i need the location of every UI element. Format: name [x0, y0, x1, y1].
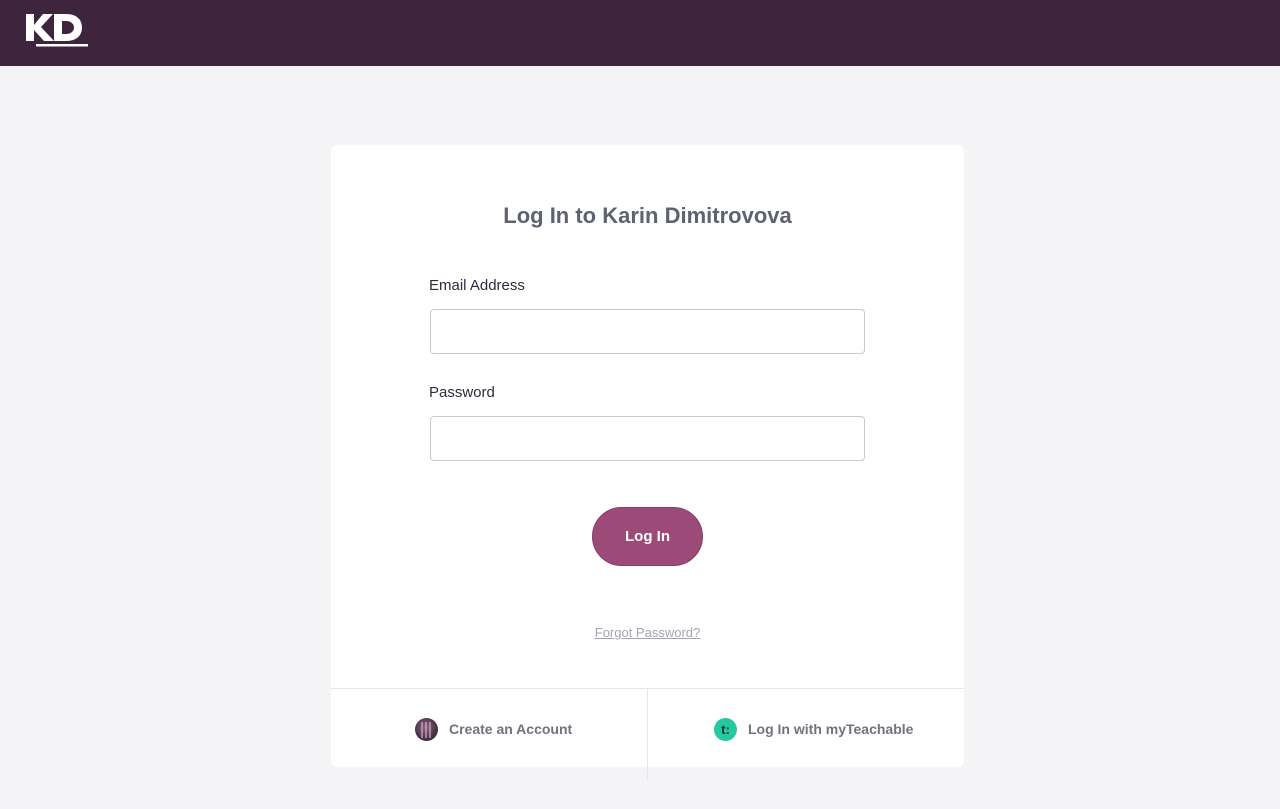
forgot-password-container: Forgot Password? [331, 625, 964, 640]
kd-logo-icon: KD [26, 14, 88, 47]
myteachable-login-label: Log In with myTeachable [748, 721, 914, 737]
password-label: Password [429, 384, 495, 401]
myteachable-login-link[interactable]: t: Log In with myTeachable [714, 715, 913, 743]
footer-vertical-divider [647, 689, 648, 781]
create-account-label: Create an Account [449, 721, 573, 737]
email-label: Email Address [429, 277, 525, 294]
avatar-icon [415, 717, 438, 741]
page-title: Log In to Karin Dimitrovova [503, 203, 792, 228]
login-button[interactable]: Log In [592, 507, 703, 566]
top-navbar: KD [0, 0, 1280, 66]
create-account-link[interactable]: Create an Account [415, 715, 572, 743]
teachable-icon: t: [714, 717, 737, 741]
forgot-password-link[interactable]: Forgot Password? [595, 625, 701, 640]
email-field[interactable] [430, 309, 865, 354]
login-card: Log In to Karin Dimitrovova Email Addres… [331, 145, 964, 781]
password-field[interactable] [430, 416, 865, 461]
